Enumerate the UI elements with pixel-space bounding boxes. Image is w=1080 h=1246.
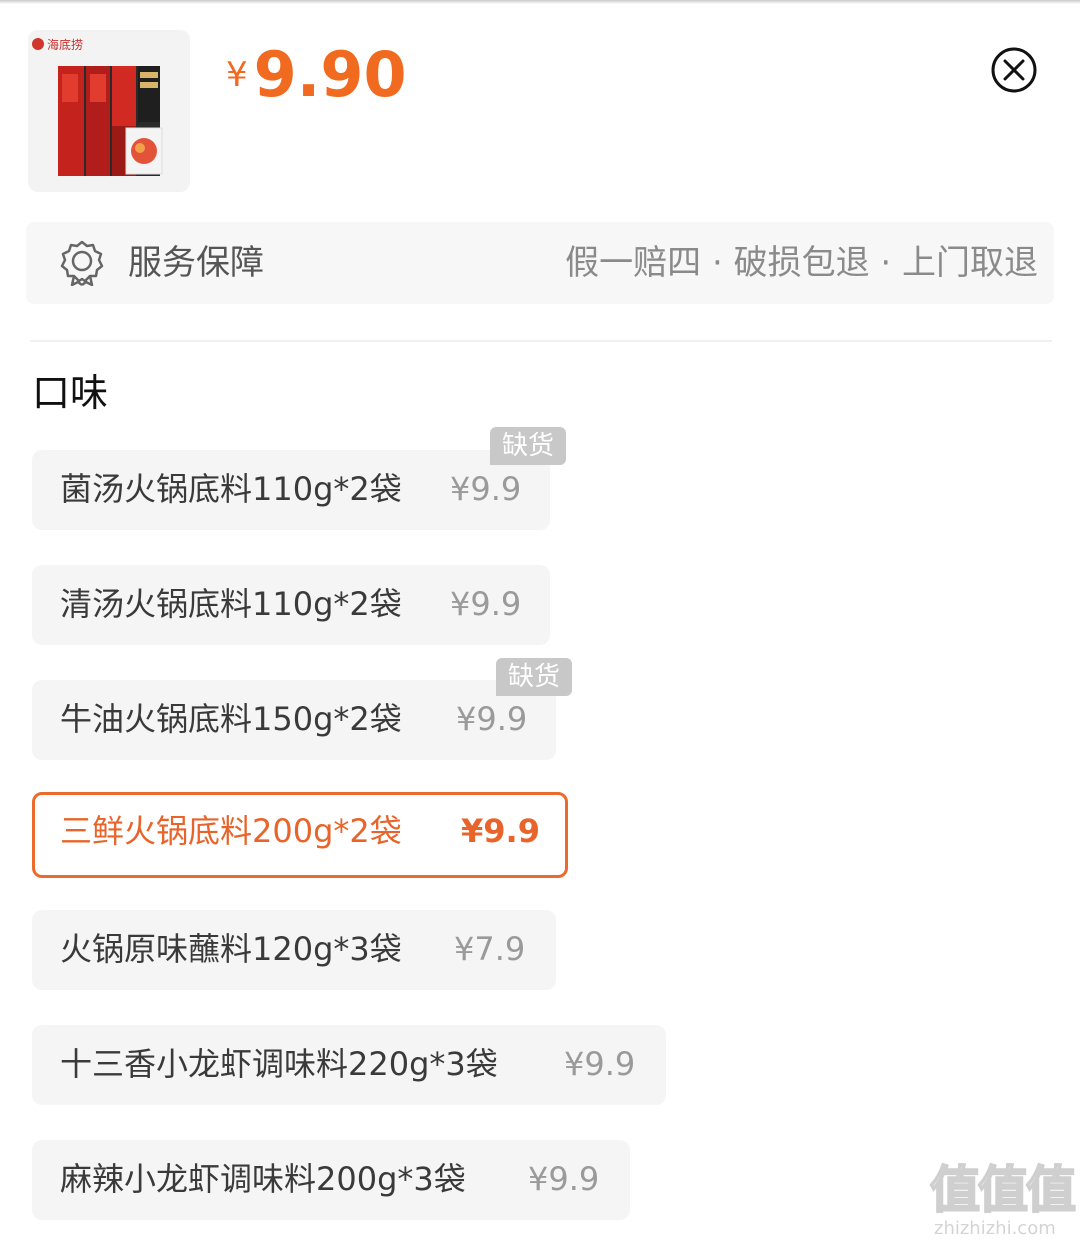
section-divider: [30, 340, 1052, 342]
brand-label: 海底捞: [47, 37, 83, 52]
product-price: ¥9.90: [226, 44, 407, 106]
option-price: ¥9.9: [528, 1160, 600, 1198]
flavor-option-spicy-crayfish[interactable]: 麻辣小龙虾调味料200g*3袋 ¥9.9: [32, 1140, 630, 1220]
rosette-badge-icon: [60, 240, 104, 287]
option-price: ¥9.9: [461, 812, 540, 850]
hotpot-seasoning-package-image: 海底捞: [28, 30, 190, 192]
sheet-top-edge: [0, 0, 1080, 4]
option-price: ¥9.9: [564, 1045, 636, 1083]
option-price: ¥7.9: [454, 930, 526, 968]
flavor-option-dipping-sauce[interactable]: 火锅原味蘸料120g*3袋 ¥7.9: [32, 910, 556, 990]
option-price: ¥9.9: [456, 700, 528, 738]
option-name: 清汤火锅底料110g*2袋: [60, 585, 402, 623]
close-button[interactable]: [990, 46, 1038, 94]
price-currency-symbol: ¥: [226, 55, 248, 95]
out-of-stock-badge: 缺货: [490, 427, 567, 465]
flavor-option-clear-soup[interactable]: 清汤火锅底料110g*2袋 ¥9.9: [32, 565, 550, 645]
option-name: 麻辣小龙虾调味料200g*3袋: [60, 1160, 466, 1198]
out-of-stock-badge: 缺货: [496, 658, 573, 696]
service-detail: 假一赔四 · 破损包退 · 上门取退: [565, 243, 1038, 283]
sku-selector-sheet: 海底捞 ¥9.90 服务保障 假一赔四 · 破损包退 · 上门取退 口味 菌汤火…: [0, 0, 1080, 1246]
option-price: ¥9.9: [450, 585, 522, 623]
option-name: 火锅原味蘸料120g*3袋: [60, 930, 402, 968]
flavor-option-mushroom-soup[interactable]: 菌汤火锅底料110g*2袋 ¥9.9: [32, 450, 550, 530]
flavor-option-thirteen-spice-crayfish[interactable]: 十三香小龙虾调味料220g*3袋 ¥9.9: [32, 1025, 666, 1105]
flavor-option-three-delicacies-selected[interactable]: 三鲜火锅底料200g*2袋 ¥9.9: [32, 792, 568, 878]
flavor-section-title: 口味: [32, 371, 109, 415]
option-name: 十三香小龙虾调味料220g*3袋: [60, 1045, 498, 1083]
option-name: 三鲜火锅底料200g*2袋: [60, 812, 402, 850]
service-title: 服务保障: [128, 243, 264, 283]
watermark-logo: 值值值: [929, 1161, 1077, 1219]
watermark-url: zhizhizhi.com: [934, 1218, 1056, 1239]
service-guarantee-bar[interactable]: 服务保障 假一赔四 · 破损包退 · 上门取退: [26, 222, 1054, 304]
close-icon: [991, 47, 1037, 93]
option-name: 菌汤火锅底料110g*2袋: [60, 470, 402, 508]
option-name: 牛油火锅底料150g*2袋: [60, 700, 402, 738]
product-thumbnail: 海底捞: [28, 30, 190, 192]
option-price: ¥9.9: [450, 470, 522, 508]
flavor-option-beef-tallow[interactable]: 牛油火锅底料150g*2袋 ¥9.9: [32, 680, 556, 760]
price-value: 9.90: [253, 38, 407, 111]
